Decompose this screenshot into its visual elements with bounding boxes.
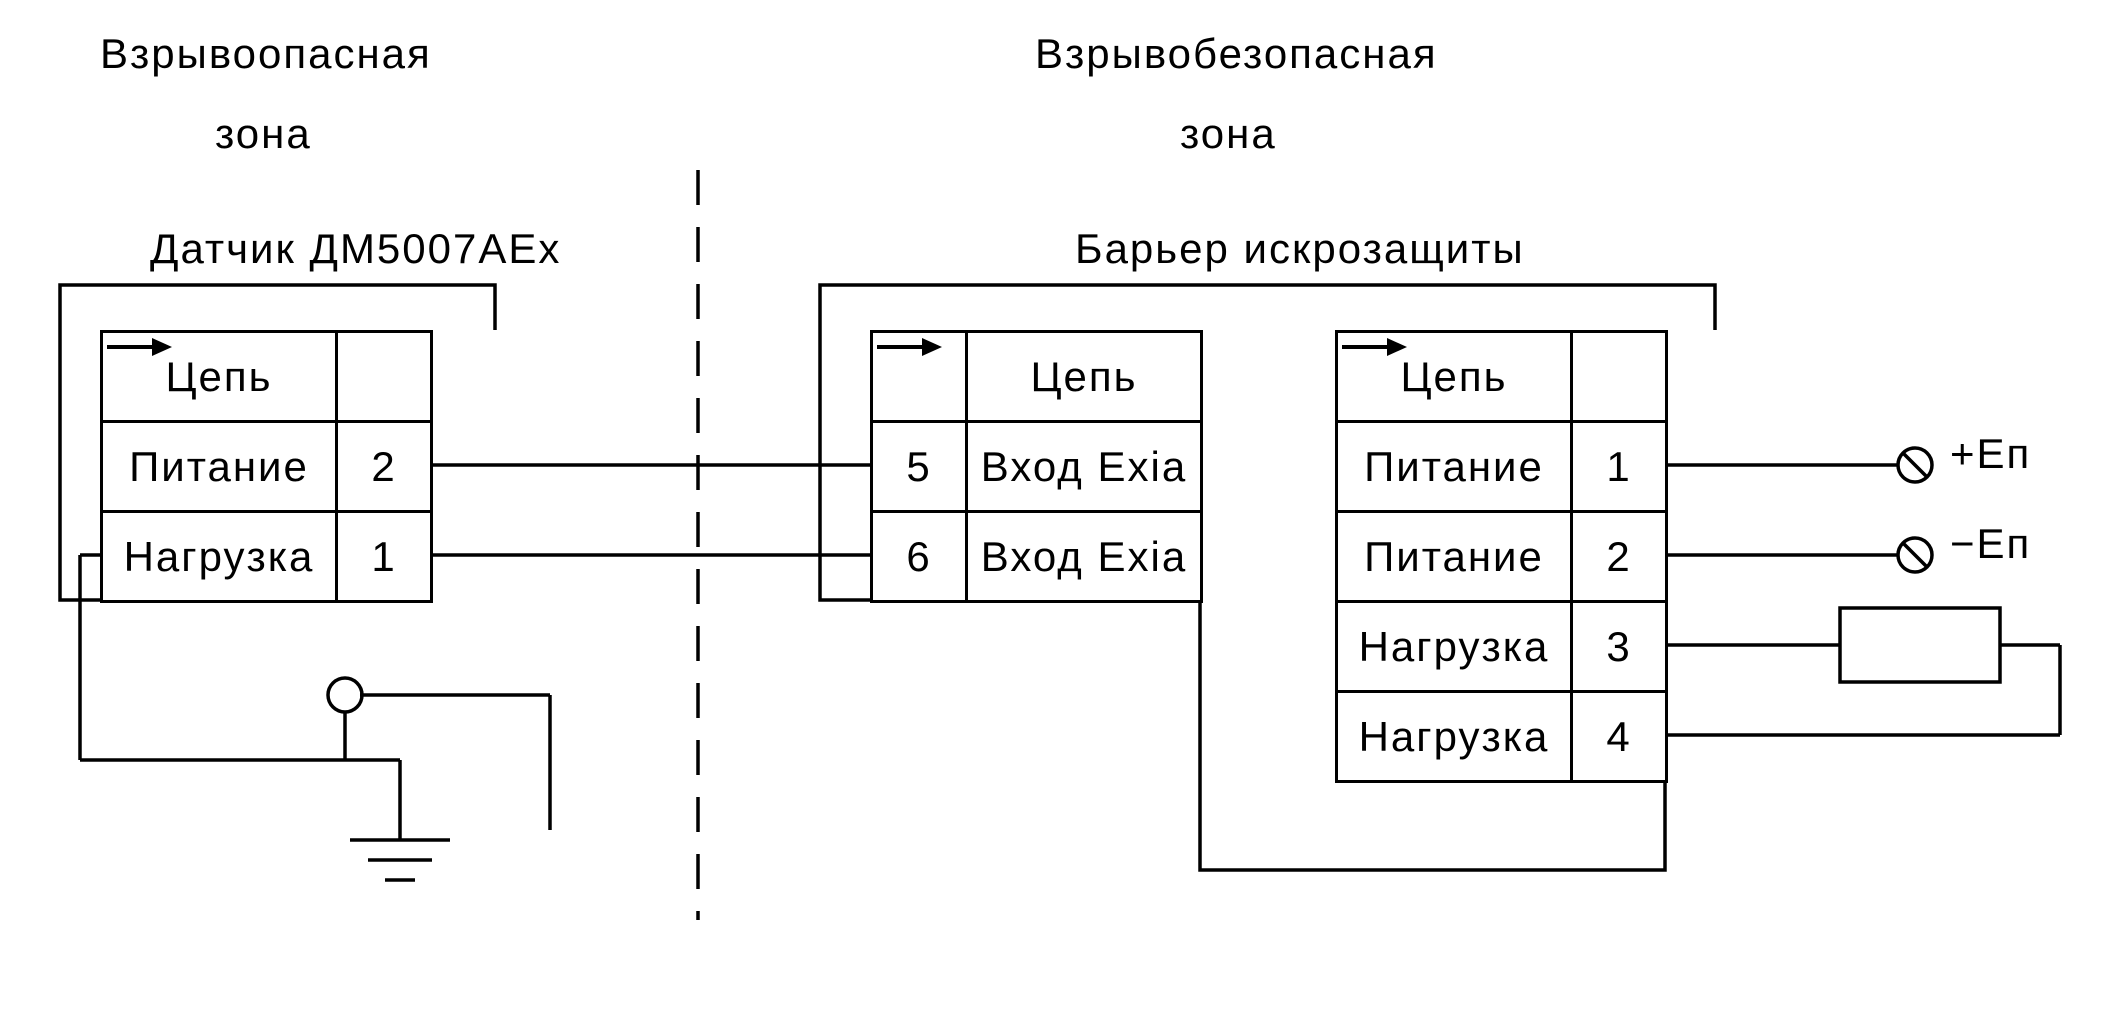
sensor-enclosure — [60, 285, 495, 600]
barrier-enclosure-bottom — [1200, 600, 1665, 870]
load-resistor-icon — [1840, 608, 2000, 682]
wiring-diagram — [0, 0, 2101, 1018]
barrier-enclosure — [820, 285, 1715, 600]
terminal-icon — [328, 678, 362, 712]
